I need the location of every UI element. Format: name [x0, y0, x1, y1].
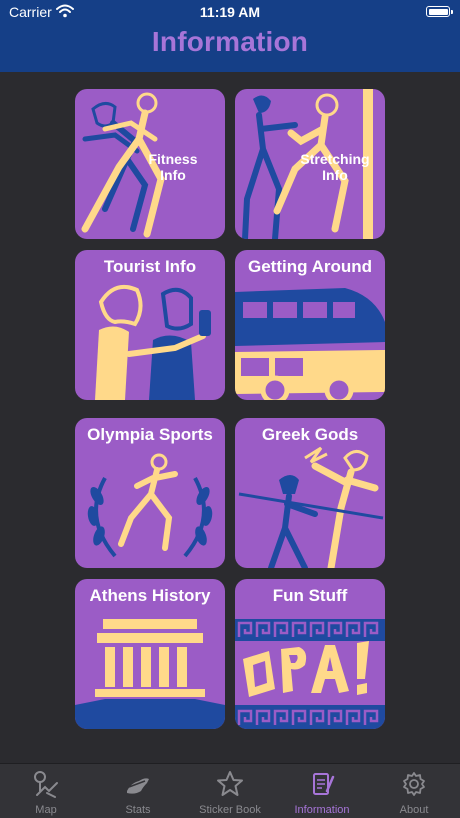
tile-label: Athens History	[89, 586, 211, 605]
tile-label: Fun Stuff	[272, 586, 348, 605]
tile-label: Stretching Info	[300, 151, 370, 183]
tab-label: Information	[294, 804, 350, 816]
tile-label: Greek Gods	[261, 425, 359, 444]
page-title: Information	[151, 26, 309, 57]
tab-label: About	[399, 804, 429, 816]
tab-label: Sticker Book	[199, 804, 261, 816]
tab-bar: Map Stats Sticker Book Information About	[0, 763, 460, 818]
shoe-icon	[127, 778, 149, 794]
tab-sticker-book[interactable]: Sticker Book	[184, 764, 276, 818]
tile-olympia-sports[interactable]: Olympia Sports	[75, 418, 225, 568]
tab-label: Map	[35, 804, 57, 816]
star-icon	[217, 771, 243, 796]
tile-tourist-info[interactable]: Tourist Info	[75, 250, 225, 400]
tile-fun-stuff[interactable]: Fun Stuff	[235, 579, 385, 729]
tile-getting-around[interactable]: Getting Around	[235, 250, 385, 400]
tab-information[interactable]: Information	[276, 764, 368, 818]
status-bar: Carrier 11:19 AM	[0, 0, 460, 24]
tile-label: Getting Around	[247, 257, 372, 276]
tile-stretching-info[interactable]: Stretching Info	[235, 89, 385, 239]
tile-label: Olympia Sports	[87, 425, 213, 444]
app-screen: Carrier 11:19 AM Information Fitness Info	[0, 0, 460, 818]
top-bar: Carrier 11:19 AM Information	[0, 0, 460, 72]
tile-label: Fitness Info	[148, 151, 198, 183]
tile-greek-gods[interactable]: Greek Gods	[235, 418, 385, 568]
tile-fitness-info[interactable]: Fitness Info	[75, 89, 225, 239]
tab-stats[interactable]: Stats	[92, 764, 184, 818]
battery-icon	[426, 6, 453, 17]
tab-label: Stats	[125, 804, 151, 816]
gear-icon	[403, 772, 425, 796]
status-time: 11:19 AM	[199, 4, 261, 20]
tile-athens-history[interactable]: Athens History	[75, 579, 225, 729]
tab-about[interactable]: About	[368, 764, 460, 818]
map-pin-icon	[34, 771, 58, 798]
document-pencil-icon	[313, 773, 335, 795]
tab-map[interactable]: Map	[0, 764, 92, 818]
tile-label: Tourist Info	[103, 257, 197, 276]
